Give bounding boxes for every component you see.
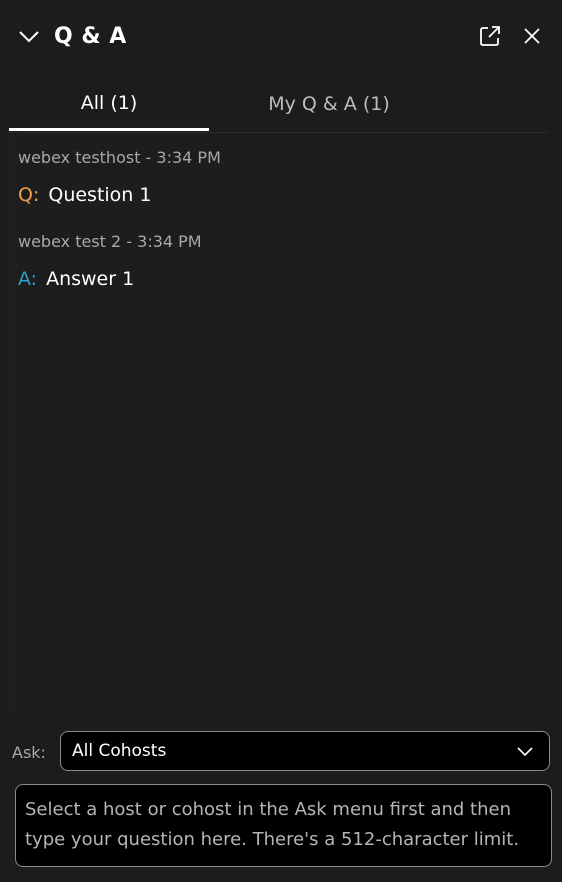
list-item-answer[interactable]: A: Answer 1 bbox=[18, 268, 134, 290]
collapse-button[interactable] bbox=[14, 22, 44, 52]
ask-dropdown[interactable]: All Cohosts bbox=[60, 731, 550, 771]
ask-selected-value: All Cohosts bbox=[72, 741, 167, 761]
answer-text: Answer 1 bbox=[46, 268, 135, 290]
list-item-question[interactable]: Q: Question 1 bbox=[18, 184, 151, 206]
entry-meta: webex test 2 - 3:34 PM bbox=[18, 232, 202, 251]
panel-header: Q & A bbox=[0, 0, 562, 72]
entry-meta: webex testhost - 3:34 PM bbox=[18, 148, 221, 167]
chevron-down-icon bbox=[19, 31, 39, 43]
popout-button[interactable] bbox=[476, 22, 504, 50]
question-prefix: Q: bbox=[18, 184, 40, 206]
ask-label: Ask: bbox=[12, 743, 46, 762]
qa-list bbox=[9, 134, 549, 714]
answer-prefix: A: bbox=[18, 268, 38, 290]
qa-panel: Q & A All (1) My Q & A (1) webex testhos… bbox=[0, 0, 562, 882]
qa-tabs: All (1) My Q & A (1) bbox=[9, 78, 549, 133]
qa-list-body bbox=[18, 134, 549, 714]
chevron-down-icon bbox=[517, 747, 533, 757]
popout-icon bbox=[480, 26, 500, 46]
close-button[interactable] bbox=[518, 22, 546, 50]
tab-my-qa[interactable]: My Q & A (1) bbox=[229, 78, 429, 130]
panel-title: Q & A bbox=[54, 24, 127, 49]
question-text: Question 1 bbox=[48, 184, 152, 206]
tab-all[interactable]: All (1) bbox=[9, 78, 209, 131]
close-icon bbox=[524, 28, 540, 44]
question-input[interactable] bbox=[15, 784, 552, 867]
